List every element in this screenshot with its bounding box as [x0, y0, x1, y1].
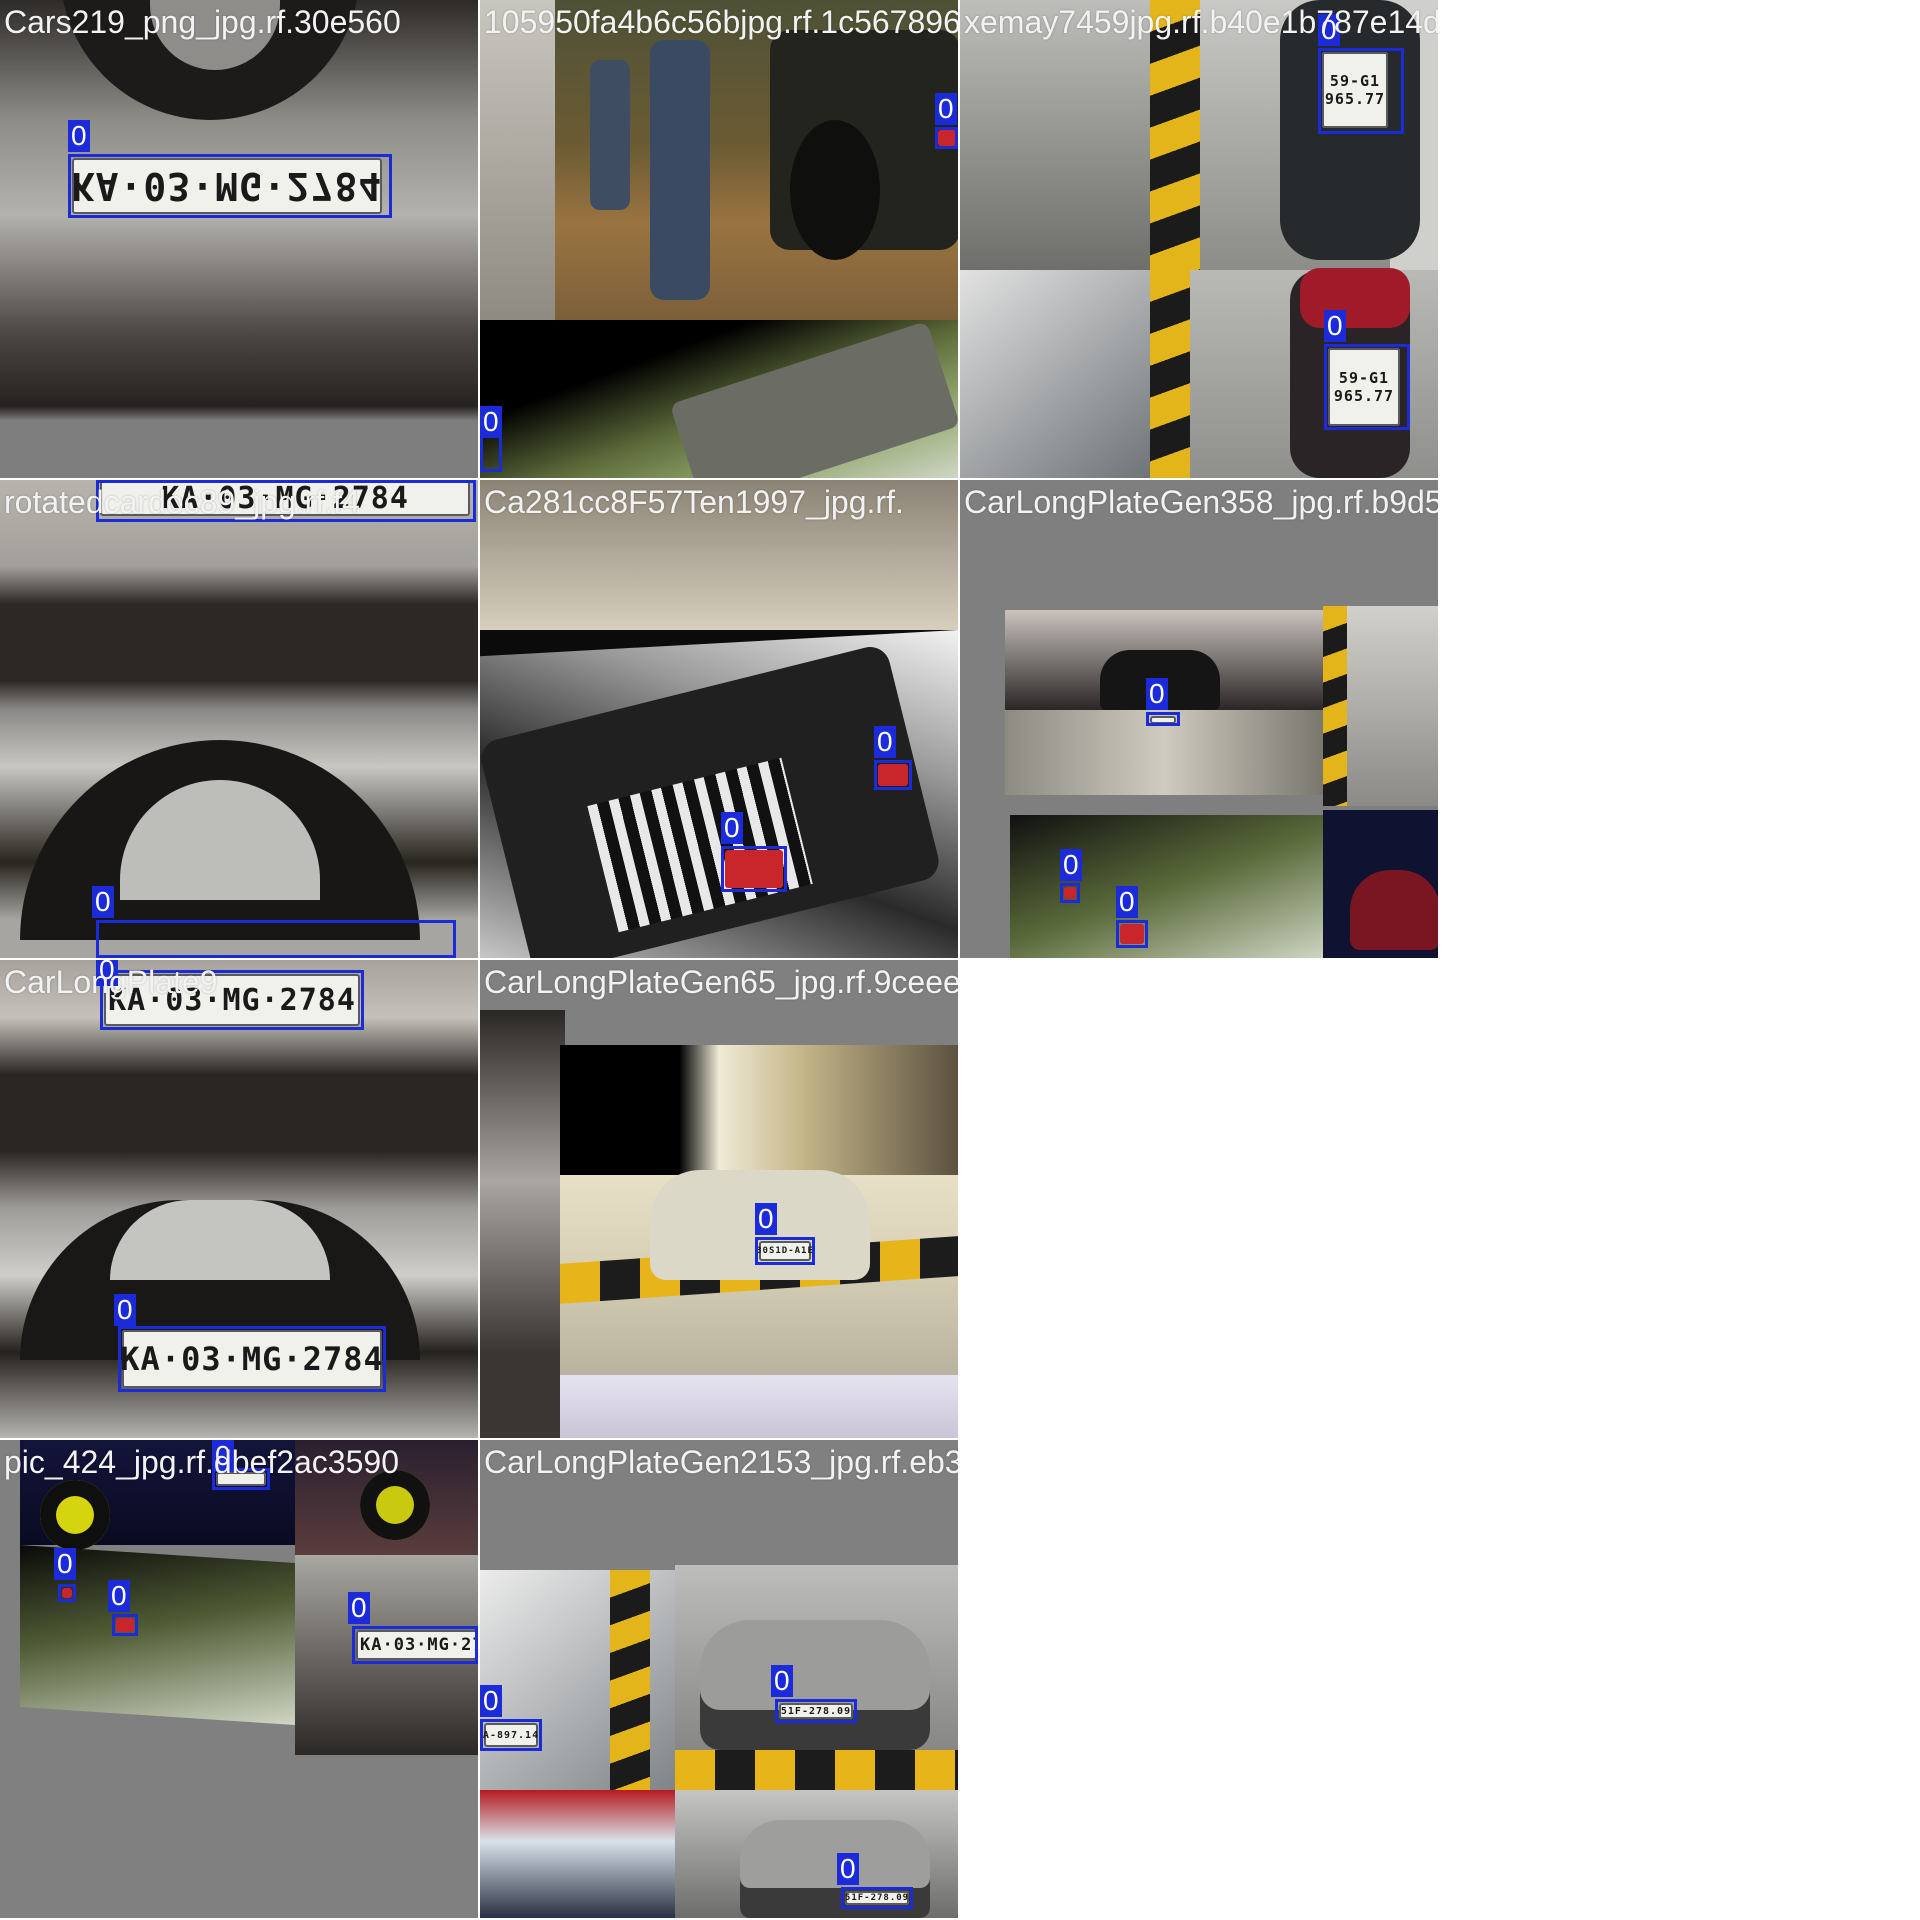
- image-filename-caption: xemay7459jpg.rf.b40e1b787e14d649d4723cc: [964, 4, 1438, 40]
- mosaic-tile: KA·03·MG·2784 0 rotatedcardoc89_jpg.rf.f…: [0, 480, 478, 958]
- detection-box: [775, 1699, 857, 1723]
- class-label-tag: 0: [1060, 849, 1082, 881]
- image-filename-caption: Cars219_png_jpg.rf.30e560: [4, 4, 401, 40]
- empty-mosaic-cell: [960, 1440, 1438, 1918]
- class-label-tag: 0: [68, 120, 90, 152]
- class-label-tag: 0: [771, 1665, 793, 1697]
- mosaic-tile: 30S1D-A1E 0 CarLongPlateGen65_jpg.rf.9ce…: [480, 960, 958, 1438]
- mosaic-tile: KA·03·MG·2784 0 KA·03·MG·2784 0 CarLongP…: [0, 960, 478, 1438]
- image-filename-caption: CarLongPlateGen65_jpg.rf.9ceee0f326e4dbc: [484, 964, 958, 1000]
- class-label-tag: 0: [721, 812, 743, 844]
- detection-box: [874, 760, 912, 790]
- image-filename-caption: rotatedcardoc89_jpg.rf.f4: [4, 484, 360, 520]
- image-filename-caption: pic_424_jpg.rf.dbef2ac3590: [4, 1444, 399, 1480]
- detection-box: [1116, 920, 1148, 948]
- detection-box: [721, 846, 787, 892]
- class-label-tag: 0: [935, 93, 957, 125]
- image-filename-caption: CarLongPlate9: [4, 964, 218, 1000]
- image-filename-caption: CarLongPlateGen358_jpg.rf.b9d57ea06be33c: [964, 484, 1438, 520]
- class-label-tag: 0: [480, 406, 502, 438]
- detection-box: [935, 127, 958, 149]
- class-label-tag: 0: [54, 1548, 76, 1580]
- class-label-tag: 0: [755, 1203, 777, 1235]
- class-label-tag: 0: [1146, 678, 1168, 710]
- detection-box: [1146, 712, 1180, 726]
- detection-box: [118, 1326, 386, 1392]
- class-label-tag: 0: [114, 1294, 136, 1326]
- detection-box: [841, 1887, 913, 1909]
- detection-box: [1324, 344, 1410, 430]
- mosaic-tile: 0 0 Ca281cc8F57Ten1997_jpg.rf.: [480, 480, 958, 958]
- detection-box: [1318, 48, 1404, 134]
- class-label-tag: 0: [108, 1580, 130, 1612]
- class-label-tag: 0: [1116, 886, 1138, 918]
- mosaic-tile: 51F-278.09 0 A-897.14 0 51F-278.09 0 Car…: [480, 1440, 958, 1918]
- mosaic-tile: 0 0 105950fa4b6c56bjpg.rf.1c567896a47458: [480, 0, 958, 478]
- mosaic-tile: 59-G1 965.77 0 59-G1 965.77 0 xemay7459j…: [960, 0, 1438, 478]
- detection-box: [68, 154, 392, 218]
- image-filename-caption: CarLongPlateGen2153_jpg.rf.eb3e77b18f3e6: [484, 1444, 958, 1480]
- class-label-tag: 0: [874, 726, 896, 758]
- mosaic-tile: KA·03·MG·2784 0 Cars219_png_jpg.rf.30e56…: [0, 0, 478, 478]
- mosaic-tile: 0 0 0 CarLongPlateGen358_jpg.rf.b9d57ea0…: [960, 480, 1438, 958]
- augmented-mosaic-grid: KA·03·MG·2784 0 Cars219_png_jpg.rf.30e56…: [0, 0, 1920, 1920]
- detection-box: [755, 1237, 815, 1265]
- detection-box: [480, 1719, 542, 1751]
- class-label-tag: 0: [1324, 310, 1346, 342]
- image-filename-caption: 105950fa4b6c56bjpg.rf.1c567896a47458: [484, 4, 958, 40]
- class-label-tag: 0: [348, 1592, 370, 1624]
- detection-box: [96, 920, 456, 958]
- detection-box: [1060, 883, 1080, 903]
- class-label-tag: 0: [480, 1685, 502, 1717]
- class-label-tag: 0: [837, 1853, 859, 1885]
- mosaic-tile: 0 0 0 KA·03·MG·27 0 pic_424_jpg.rf.dbef2…: [0, 1440, 478, 1918]
- detection-box: [112, 1614, 138, 1636]
- class-label-tag: 0: [92, 886, 114, 918]
- detection-box: [352, 1626, 478, 1664]
- empty-mosaic-cell: [960, 960, 1438, 1438]
- detection-box: [480, 432, 502, 472]
- detection-box: [58, 1584, 76, 1602]
- image-filename-caption: Ca281cc8F57Ten1997_jpg.rf.: [484, 484, 904, 520]
